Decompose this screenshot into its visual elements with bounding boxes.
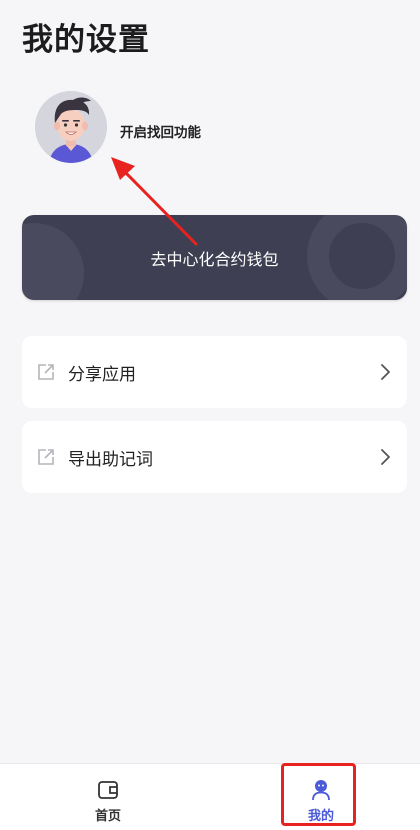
export-mnemonic-item[interactable]: 导出助记词 [22, 421, 407, 493]
bottom-tab-bar: 首页 我的 [0, 763, 420, 830]
settings-page: 我的设置 开启找回功能 去中心化合约钱包 分享应用 导出助记词 首页 我的 [0, 0, 420, 830]
export-mnemonic-label: 导出助记词 [68, 450, 153, 470]
page-title: 我的设置 [22, 22, 150, 58]
recovery-feature-link[interactable]: 开启找回功能 [120, 121, 201, 141]
external-link-icon [38, 449, 54, 465]
share-app-item[interactable]: 分享应用 [22, 336, 407, 408]
external-link-icon [38, 364, 54, 380]
tab-home-label: 首页 [94, 809, 121, 824]
wallet-card-label: 去中心化合约钱包 [150, 250, 279, 269]
tab-mine[interactable]: 我的 [276, 764, 366, 830]
profile-icon [312, 780, 330, 801]
chevron-right-icon [381, 364, 390, 380]
tab-home[interactable]: 首页 [63, 764, 153, 830]
tab-mine-label: 我的 [307, 809, 334, 824]
decentralized-wallet-card[interactable]: 去中心化合约钱包 [22, 215, 407, 300]
avatar-illustration [35, 91, 107, 163]
user-avatar-icon[interactable] [35, 91, 107, 163]
share-app-label: 分享应用 [68, 365, 136, 385]
chevron-right-icon [381, 449, 390, 465]
wallet-icon [98, 781, 118, 799]
